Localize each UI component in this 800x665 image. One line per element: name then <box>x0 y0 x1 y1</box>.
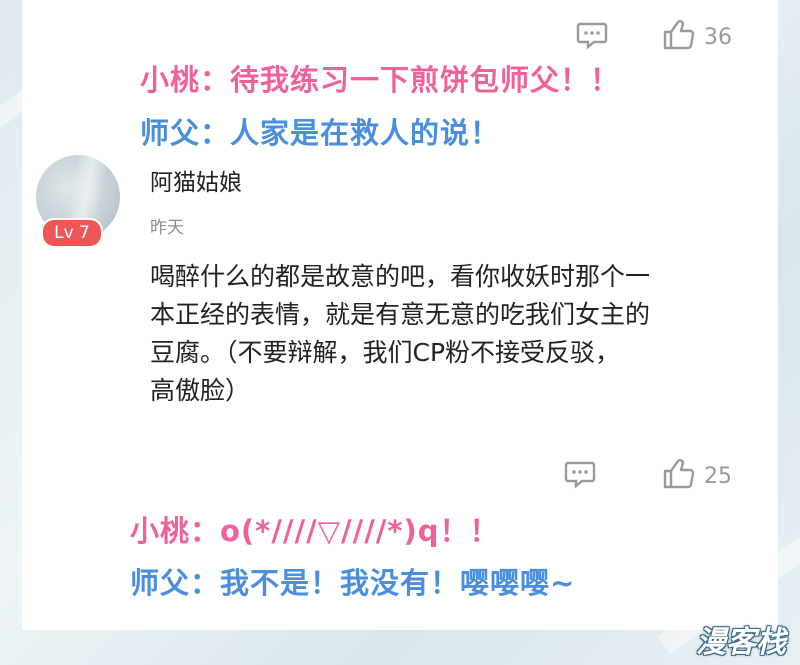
top-action-row: 36 <box>576 18 732 56</box>
comment-time: 昨天 <box>150 218 184 238</box>
site-watermark-logo: 漫客栈 <box>696 625 786 660</box>
comment-icon[interactable] <box>564 458 596 494</box>
dialogue-line-shifu: 师父：我不是！我没有！嘤嘤嘤~ <box>130 566 576 600</box>
comment-action-row: 25 <box>564 457 732 495</box>
comment-line: 本正经的表情，就是有意无意的吃我们女主的 <box>150 300 651 329</box>
level-badge: Lv 7 <box>41 218 103 248</box>
like-count: 36 <box>704 24 732 50</box>
dialogue-line-xiaotao: 小桃：待我练习一下煎饼包师父！！ <box>140 63 621 97</box>
comment-card: 36 小桃：待我练习一下煎饼包师父！！ 师父：人家是在救人的说！ Lv 7 阿猫… <box>22 0 778 630</box>
thumbs-up-icon[interactable] <box>662 457 696 495</box>
dialogue-line-xiaotao: 小桃：o(*////▽////*)q！！ <box>130 514 500 548</box>
username[interactable]: 阿猫姑娘 <box>150 163 242 197</box>
thumbs-up-icon[interactable] <box>662 18 696 56</box>
comment-line: 豆腐。（不要辩解，我们CP粉不接受反驳， <box>150 338 621 367</box>
comment-line: 喝醉什么的都是故意的吧，看你收妖时那个一 <box>150 262 651 291</box>
comment-text: 喝醉什么的都是故意的吧，看你收妖时那个一 本正经的表情，就是有意无意的吃我们女主… <box>150 258 770 410</box>
comment-icon[interactable] <box>576 19 608 55</box>
comment-line: 高傲脸） <box>150 376 251 405</box>
like-count: 25 <box>704 463 732 489</box>
dialogue-line-shifu: 师父：人家是在救人的说！ <box>140 116 501 150</box>
